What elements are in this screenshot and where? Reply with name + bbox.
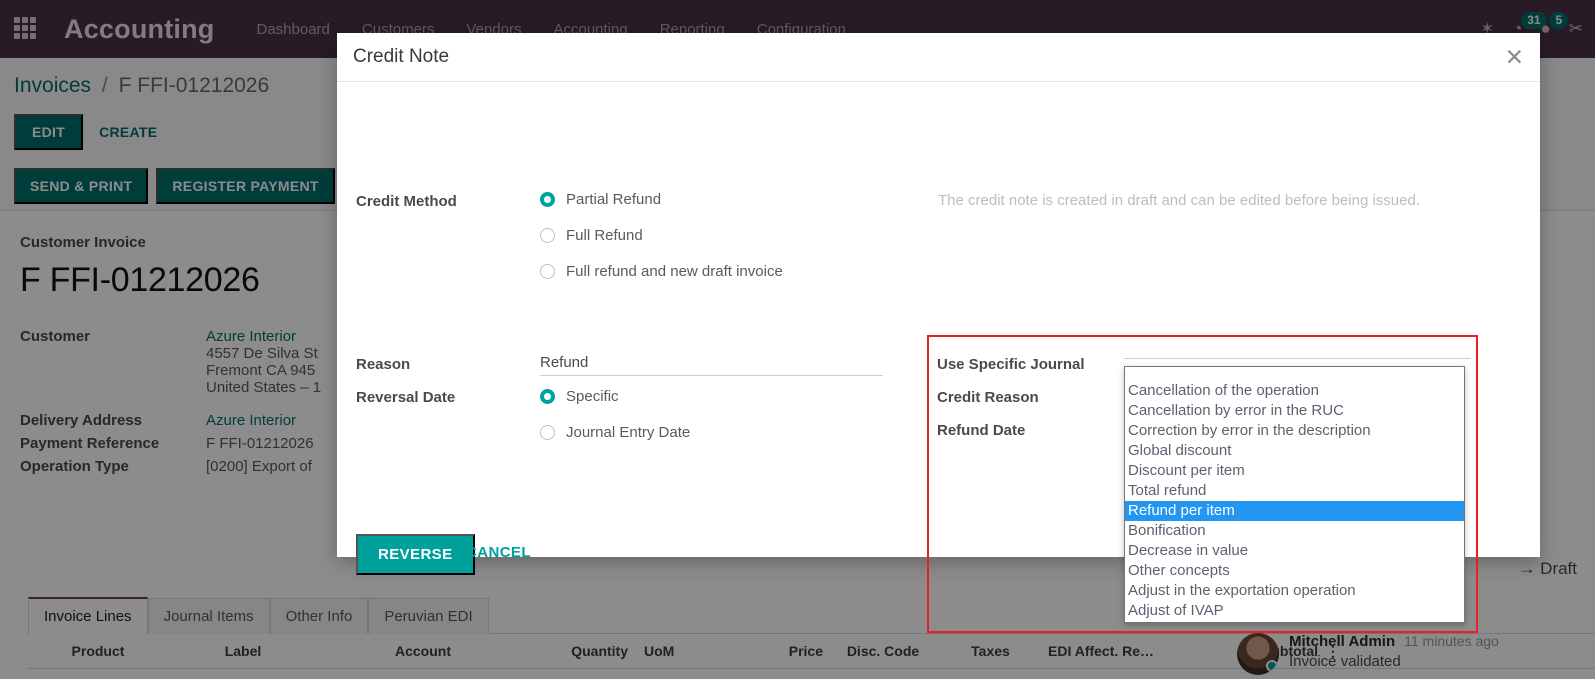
radio-partial-refund-label: Partial Refund [566, 191, 661, 208]
dropdown-option-correction-by-error-in-the-description[interactable]: Correction by error in the description [1125, 421, 1464, 441]
label-use-specific-journal: Use Specific Journal [937, 356, 1085, 373]
label-reversal-date: Reversal Date [356, 389, 455, 406]
dropdown-option-bonification[interactable]: Bonification [1125, 521, 1464, 541]
radio-full-refund-indicator [540, 228, 555, 243]
label-credit-method: Credit Method [356, 193, 457, 210]
dropdown-option-global-discount[interactable]: Global discount [1125, 441, 1464, 461]
dropdown-option-total-refund[interactable]: Total refund [1125, 481, 1464, 501]
use-specific-journal-select[interactable] [1124, 354, 1471, 359]
radio-partial-refund[interactable]: Partial Refund [540, 191, 661, 208]
radio-reversal-specific-label: Specific [566, 388, 619, 405]
radio-full-refund-label: Full Refund [566, 227, 643, 244]
radio-partial-refund-indicator [540, 192, 555, 207]
credit-reason-dropdown-list[interactable]: Cancellation of the operation Cancellati… [1124, 366, 1465, 623]
close-icon[interactable]: ✕ [1505, 46, 1524, 69]
cancel-button[interactable]: CANCEL [466, 544, 531, 561]
label-refund-date: Refund Date [937, 422, 1025, 439]
radio-full-refund-new-draft-indicator [540, 264, 555, 279]
dropdown-option-cancellation-by-error-in-the-ruc[interactable]: Cancellation by error in the RUC [1125, 401, 1464, 421]
radio-reversal-journal-entry-date-label: Journal Entry Date [566, 424, 690, 441]
dropdown-option-decrease-in-value[interactable]: Decrease in value [1125, 541, 1464, 561]
dialog-title: Credit Note [353, 46, 449, 68]
label-reason: Reason [356, 356, 410, 373]
label-credit-reason: Credit Reason [937, 389, 1039, 406]
radio-reversal-journal-entry-date-indicator [540, 425, 555, 440]
dropdown-option-refund-per-item[interactable]: Refund per item [1125, 501, 1464, 521]
radio-full-refund-new-draft-label: Full refund and new draft invoice [566, 263, 783, 280]
dropdown-option-discount-per-item[interactable]: Discount per item [1125, 461, 1464, 481]
dropdown-option-adjust-in-the-exportation-operation[interactable]: Adjust in the exportation operation [1125, 581, 1464, 601]
dropdown-option-cancellation-of-the-operation[interactable]: Cancellation of the operation [1125, 381, 1464, 401]
radio-full-refund-new-draft[interactable]: Full refund and new draft invoice [540, 263, 783, 280]
dropdown-option-adjust-of-ivap[interactable]: Adjust of IVAP [1125, 601, 1464, 621]
radio-reversal-specific[interactable]: Specific [540, 388, 619, 405]
dropdown-option-other-concepts[interactable]: Other concepts [1125, 561, 1464, 581]
radio-reversal-specific-indicator [540, 389, 555, 404]
reason-input[interactable]: Refund [540, 354, 883, 376]
dialog-header: Credit Note ✕ [337, 33, 1540, 82]
radio-full-refund[interactable]: Full Refund [540, 227, 643, 244]
credit-method-help-text: The credit note is created in draft and … [938, 192, 1478, 209]
reverse-button[interactable]: REVERSE [356, 534, 475, 575]
radio-reversal-journal-entry-date[interactable]: Journal Entry Date [540, 424, 690, 441]
